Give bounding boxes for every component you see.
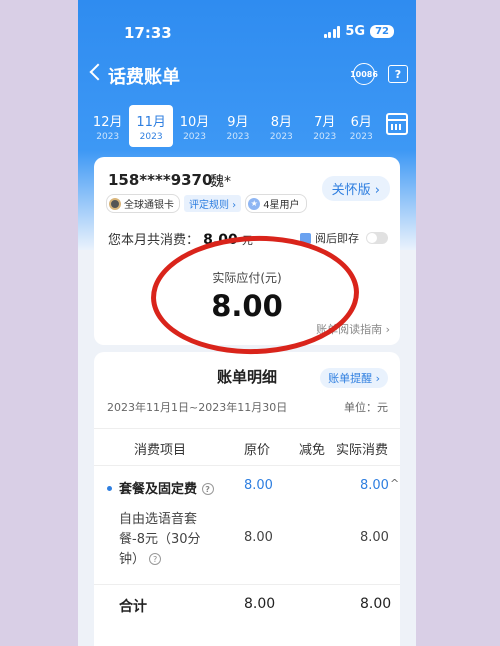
signal-icon <box>323 25 341 38</box>
row-marker <box>107 486 112 491</box>
row-name-text: 套餐及固定费 <box>119 482 198 497</box>
tab-month-label: 8月 <box>270 114 292 130</box>
tab-month-label: 9月 <box>227 114 249 130</box>
row-actual: 8.00 <box>360 478 389 493</box>
table-header: 消费项目 原价 减免 实际消费 <box>94 428 400 466</box>
sub-row-name: 自由选语音套 餐-8元（30分 钟） ? <box>119 510 201 570</box>
tab-month-1[interactable]: 11月 2023 <box>129 105 173 147</box>
tab-month-2[interactable]: 10月 2023 <box>173 105 216 147</box>
sub-row-line1: 自由选语音套 <box>119 512 198 527</box>
save-toggle[interactable] <box>366 232 388 244</box>
calendar-icon[interactable] <box>386 113 408 135</box>
tab-year-label: 2023 <box>96 131 120 142</box>
tab-month-label: 10月 <box>179 114 210 130</box>
total-label: 合计 <box>119 599 147 615</box>
total-actual: 8.00 <box>360 596 392 612</box>
unit-label: 单位：元 <box>344 401 388 414</box>
col-item: 消费项目 <box>134 443 187 458</box>
bill-remind-button[interactable]: 账单提醒 › <box>320 368 388 388</box>
col-price: 原价 <box>244 443 271 458</box>
col-discount: 减免 <box>299 443 326 458</box>
card-level-label: 全球通银卡 <box>124 200 174 211</box>
tab-month-5[interactable]: 7月 2023 <box>303 105 346 147</box>
tab-month-label: 11月 <box>136 114 166 130</box>
tab-month-label: 12月 <box>92 114 123 130</box>
row-name: 套餐及固定费 ? <box>119 478 214 497</box>
tab-year-label: 2023 <box>139 131 163 142</box>
row-price: 8.00 <box>244 478 273 493</box>
rating-rules-link[interactable]: 评定规则 › <box>184 195 242 212</box>
month-tabs: 12月 2023 11月 2023 10月 2023 9月 2023 8月 2023 7月… <box>86 105 376 149</box>
sub-row-price: 8.00 <box>244 530 273 545</box>
total-row: 合计 8.00 8.00 <box>94 584 400 624</box>
tab-month-4[interactable]: 8月 2023 <box>260 105 303 147</box>
total-price: 8.00 <box>244 596 276 612</box>
table-row[interactable]: 套餐及固定费 ? 8.00 8.00 ^ <box>94 477 400 502</box>
page-title: 话费账单 <box>108 67 180 88</box>
care-mode-button[interactable]: 关怀版 › <box>321 176 390 201</box>
tab-year-label: 2023 <box>226 131 250 142</box>
help-circle-icon[interactable]: ? <box>149 553 162 565</box>
status-bar: 17:33 5G 72 <box>78 20 416 48</box>
star-icon: ★ <box>248 197 261 210</box>
help-circle-icon[interactable]: ? <box>201 483 214 495</box>
help-icon[interactable]: ? <box>388 65 408 83</box>
nav-bar: 话费账单 10086 ? <box>78 60 416 90</box>
card-level-badge: 全球通银卡 <box>106 194 180 213</box>
tab-year-label: 2023 <box>269 131 293 142</box>
save-after-read: 阅后即存 <box>300 230 388 246</box>
tab-month-label: 7月 <box>314 114 336 130</box>
status-time: 17:33 <box>124 24 172 42</box>
consume-label: 您本月共消费： <box>108 233 200 248</box>
col-actual: 实际消费 <box>336 443 389 458</box>
table-row: 自由选语音套 餐-8元（30分 钟） ? 8.00 8.00 <box>94 510 400 570</box>
sub-row-line2: 餐-8元（30分 <box>119 532 201 547</box>
billing-period: 2023年11月1日~2023年11月30日 <box>107 401 288 414</box>
tab-year-label: 2023 <box>349 131 373 142</box>
user-name: 魏* <box>210 174 231 190</box>
bill-detail-card: 账单明细 账单提醒 › 2023年11月1日~2023年11月30日 单位：元 … <box>94 352 400 646</box>
tab-month-3[interactable]: 9月 2023 <box>216 105 259 147</box>
tab-month-0[interactable]: 12月 2023 <box>86 105 129 147</box>
chevron-up-icon[interactable]: ^ <box>390 477 399 490</box>
back-icon[interactable] <box>89 63 107 81</box>
tab-year-label: 2023 <box>313 131 337 142</box>
network-type: 5G <box>345 24 366 39</box>
battery-icon: 72 <box>370 25 394 38</box>
star-level-label: 4星用户 <box>263 200 300 211</box>
star-level-badge: ★ 4星用户 <box>245 194 307 213</box>
status-indicators: 5G 72 <box>323 24 394 39</box>
phone-number: 158****9370 <box>108 171 213 189</box>
tab-month-label: 6月 <box>350 114 372 130</box>
tab-month-6[interactable]: 6月 2023 <box>346 105 376 147</box>
save-label: 阅后即存 <box>315 232 359 245</box>
card-level-icon <box>109 197 121 210</box>
sub-row-actual: 8.00 <box>360 530 389 545</box>
tab-year-label: 2023 <box>183 131 206 142</box>
member-badges: 全球通银卡 评定规则 › ★ 4星用户 <box>106 194 307 213</box>
sub-row-line3: 钟） <box>119 552 146 567</box>
customer-service-icon[interactable]: 10086 <box>350 63 378 85</box>
